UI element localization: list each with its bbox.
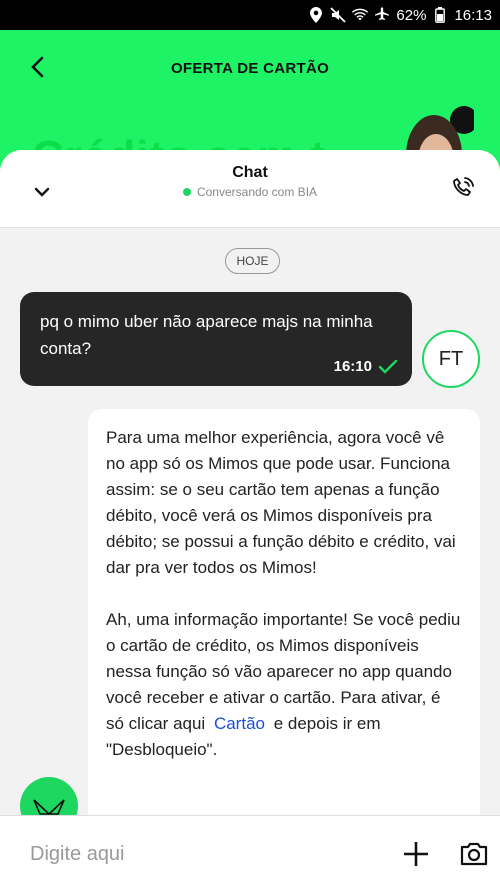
bot-message-paragraph: Ah, uma informação importante! Se você p… bbox=[106, 607, 462, 763]
user-message-bubble: pq o mimo uber não aparece majs na minha… bbox=[20, 292, 412, 386]
check-icon bbox=[378, 359, 398, 374]
camera-icon bbox=[460, 842, 488, 866]
call-button[interactable] bbox=[450, 175, 476, 201]
clock: 16:13 bbox=[454, 6, 492, 24]
page-title: OFERTA DE CARTÃO bbox=[170, 60, 330, 77]
battery-icon bbox=[432, 7, 448, 23]
plus-icon bbox=[404, 842, 428, 866]
online-indicator bbox=[182, 188, 191, 196]
chat-panel: Chat Conversando com BIA HOJE pq o mimo … bbox=[0, 150, 500, 889]
chat-title: Chat bbox=[232, 164, 268, 181]
phone-call-icon bbox=[453, 177, 474, 196]
wifi-icon bbox=[352, 7, 369, 23]
chat-status-text: Conversando com BIA bbox=[196, 185, 318, 199]
status-bar: 62% 16:13 bbox=[0, 0, 500, 30]
mute-icon bbox=[330, 7, 347, 23]
message-time: 16:10 bbox=[333, 358, 372, 375]
message-input[interactable] bbox=[30, 832, 370, 876]
chat-status: Conversando com BIA bbox=[0, 185, 500, 199]
location-icon bbox=[308, 7, 324, 23]
composer-bar bbox=[0, 815, 500, 889]
bot-message-bubble: Para uma melhor experiência, agora você … bbox=[88, 409, 480, 829]
camera-button[interactable] bbox=[458, 838, 490, 870]
attach-button[interactable] bbox=[402, 840, 430, 868]
card-link[interactable]: Cartão bbox=[214, 714, 265, 733]
battery-level: 62% bbox=[396, 6, 427, 24]
chat-header: Chat Conversando com BIA bbox=[0, 150, 500, 228]
message-meta: 16:10 bbox=[334, 353, 398, 380]
date-separator: HOJE bbox=[225, 248, 280, 274]
airplane-icon bbox=[374, 7, 390, 23]
user-avatar: FT bbox=[422, 330, 480, 388]
bot-message-paragraph: Para uma melhor experiência, agora você … bbox=[106, 428, 456, 577]
